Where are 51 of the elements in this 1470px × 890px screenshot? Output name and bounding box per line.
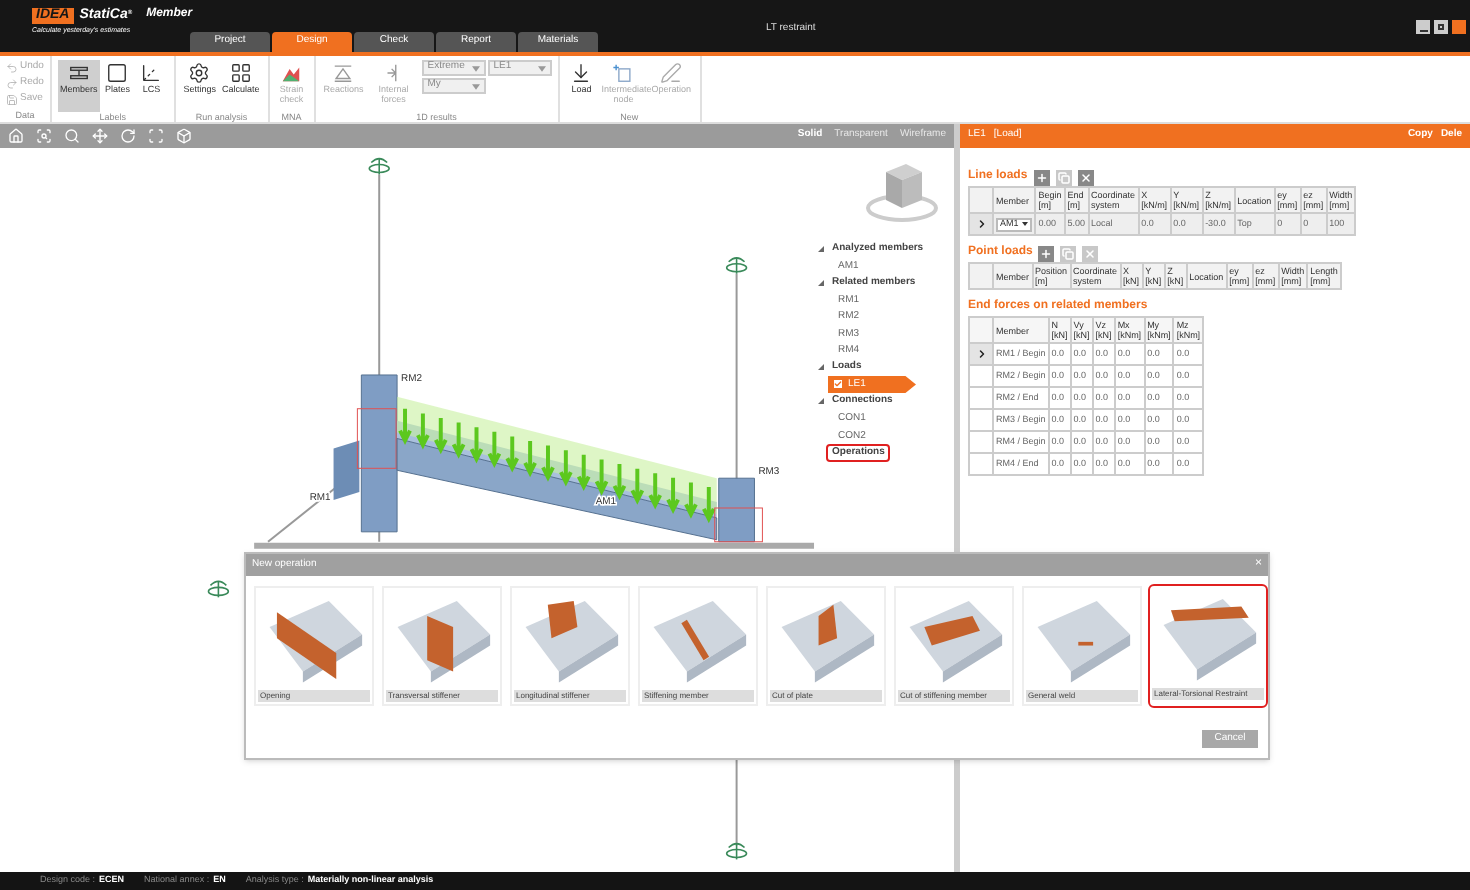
chevron-right-icon [975, 348, 987, 360]
support-icon[interactable] [207, 580, 230, 599]
search-icon[interactable] [64, 128, 80, 144]
zoom-window-icon[interactable] [36, 128, 52, 144]
load-icon [570, 62, 593, 84]
toolbar-button[interactable] [1038, 245, 1055, 261]
add-icon [1040, 247, 1053, 259]
undo-icon [6, 61, 18, 73]
toolbar-button[interactable] [1077, 169, 1094, 185]
expand-triangle-icon[interactable] [818, 245, 824, 252]
grid-icon [229, 62, 252, 84]
home-icon[interactable] [8, 128, 24, 144]
column-drawing[interactable] [356, 157, 398, 543]
toolbar-button[interactable] [1033, 169, 1050, 185]
box-icon[interactable] [176, 128, 192, 144]
row-selector[interactable] [969, 343, 993, 365]
move-icon[interactable] [92, 128, 108, 144]
column-drawing[interactable] [725, 757, 748, 861]
delete-icon [1079, 171, 1092, 183]
fit-icon[interactable] [148, 128, 164, 144]
rotate-icon[interactable] [120, 128, 136, 144]
save-icon [6, 93, 18, 105]
brace-drawing[interactable] [267, 440, 360, 543]
support-icon [332, 62, 355, 84]
column-drawing[interactable] [714, 257, 763, 543]
pen-icon [660, 62, 683, 84]
redo-icon [6, 77, 18, 89]
caret-icon [471, 65, 480, 71]
caret-icon [1022, 222, 1029, 226]
plate-icon [106, 62, 129, 84]
chart-icon [280, 62, 303, 84]
copy-icon [1062, 247, 1075, 259]
minimize-icon[interactable] [1416, 20, 1430, 34]
check-icon [834, 380, 842, 389]
node-icon [612, 62, 635, 84]
axes-icon [140, 62, 163, 84]
settings-icon [188, 62, 211, 84]
add-icon [1035, 171, 1048, 183]
row-selector[interactable] [969, 213, 993, 235]
chevron-right-icon [975, 218, 987, 230]
beam-section-icon [67, 62, 90, 84]
copy-icon [1057, 171, 1070, 183]
caret-icon [537, 65, 546, 71]
caret-icon [471, 83, 480, 89]
expand-triangle-icon[interactable] [818, 398, 824, 405]
delete-icon [1084, 247, 1097, 259]
restore-icon[interactable] [1434, 20, 1448, 34]
expand-triangle-icon[interactable] [818, 364, 824, 371]
expand-triangle-icon[interactable] [818, 279, 824, 286]
loaded-beam-drawing[interactable] [396, 396, 718, 541]
checkbox[interactable] [834, 380, 842, 389]
